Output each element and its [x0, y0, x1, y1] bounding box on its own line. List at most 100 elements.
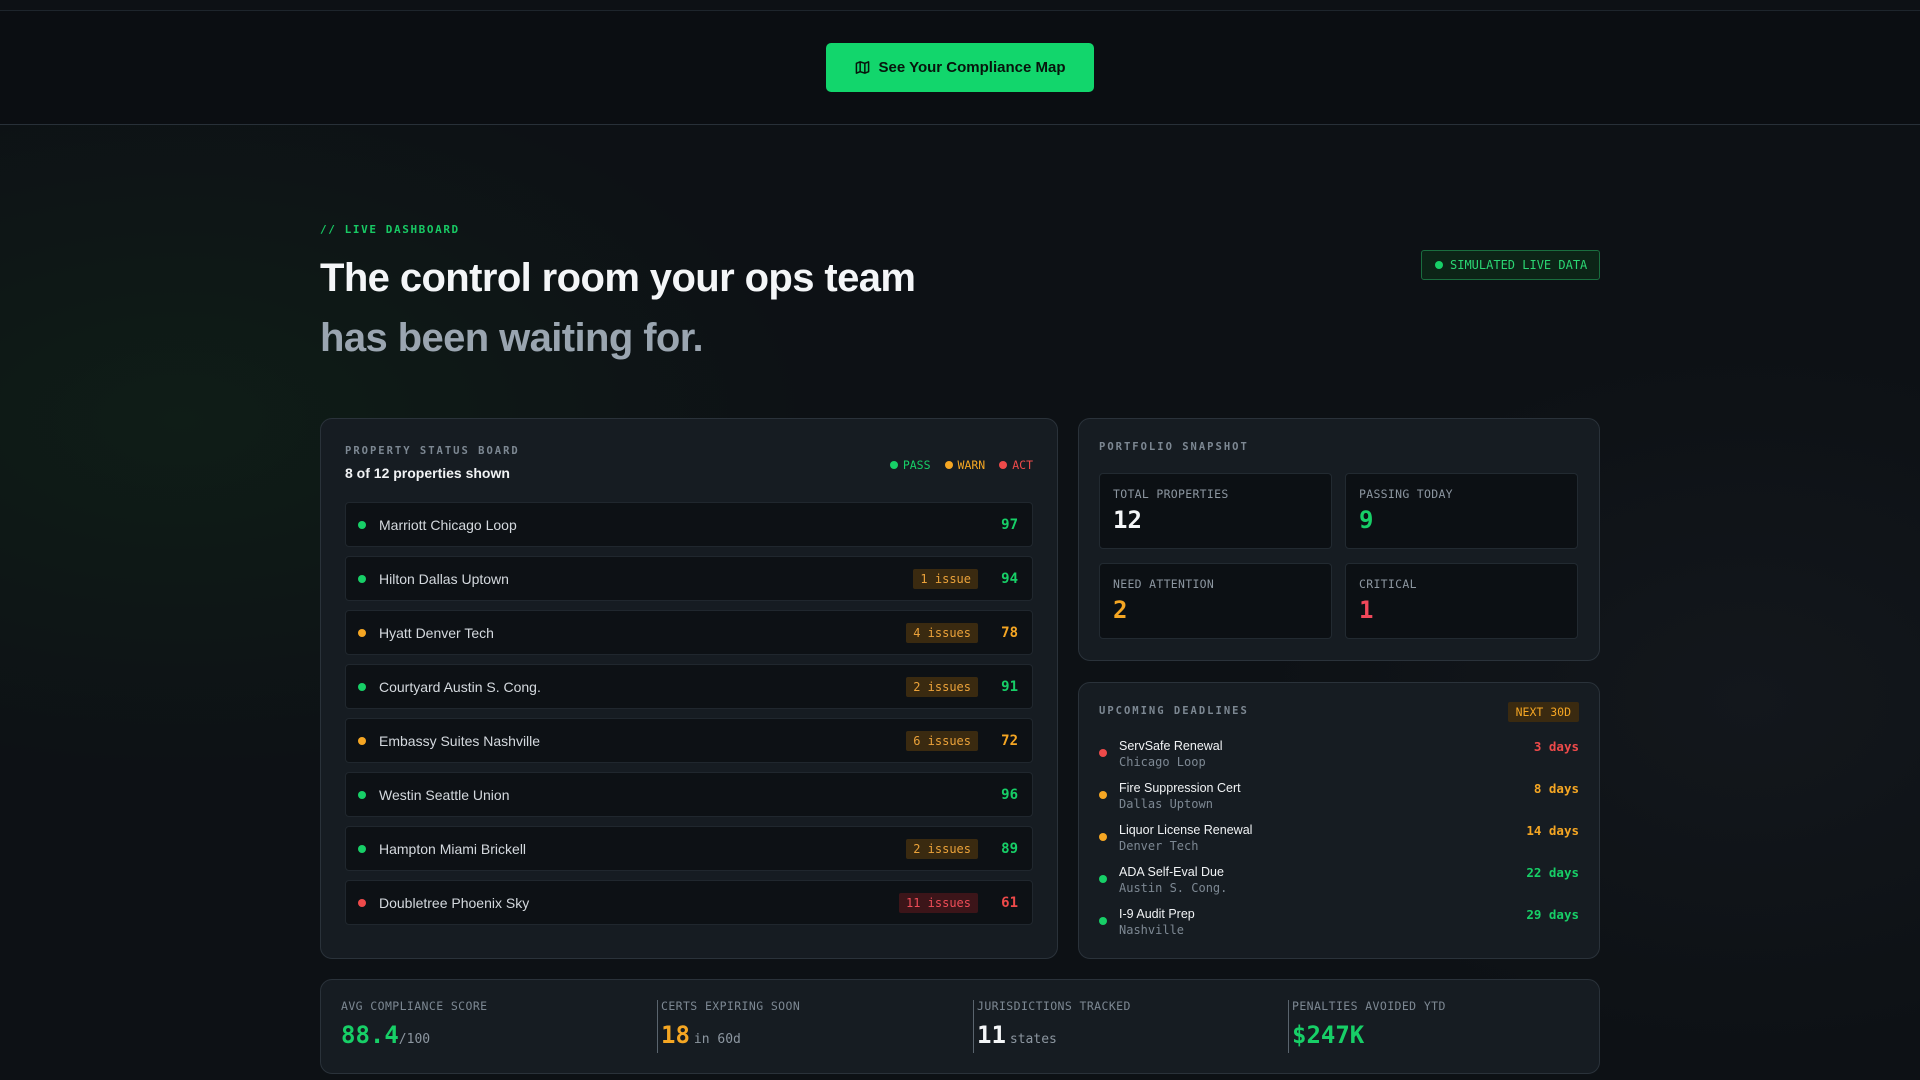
compliance-map-button[interactable]: See Your Compliance Map [826, 43, 1094, 92]
section-eyebrow: // LIVE DASHBOARD [320, 223, 460, 236]
legend-warn-label: WARN [957, 458, 986, 472]
deadline-location: Austin S. Cong. [1119, 881, 1228, 895]
deadline-days: 29 days [1526, 907, 1579, 922]
property-score: 94 [1001, 570, 1018, 587]
property-row[interactable]: Doubletree Phoenix Sky 11 issues 61 [345, 880, 1033, 925]
property-score: 91 [1001, 678, 1018, 695]
property-name: Hyatt Denver Tech [379, 624, 494, 641]
snapshot-title: PORTFOLIO SNAPSHOT [1099, 441, 1249, 453]
deadline-title: Fire Suppression Cert [1119, 781, 1241, 795]
pass-dot [889, 461, 898, 469]
avg-compliance-metric: AVG COMPLIANCE SCORE 88.4/100 [321, 980, 487, 1075]
portfolio-snapshot: PORTFOLIO SNAPSHOT TOTAL PROPERTIES 12 P… [1078, 418, 1600, 661]
certs-expiring-metric: CERTS EXPIRING SOON 18 in 60d [641, 980, 800, 1075]
avg-compliance-suffix: /100 [398, 1032, 431, 1047]
need-attention-label: NEED ATTENTION [1113, 577, 1215, 591]
deadline-status-dot [1099, 791, 1107, 799]
property-name: Marriott Chicago Loop [379, 516, 517, 533]
status-dot [358, 628, 366, 637]
map-icon [855, 61, 869, 74]
deadline-item[interactable]: I-9 Audit Prep Nashville 29 days [1099, 907, 1579, 941]
jurisdictions-suffix: states [1009, 1032, 1057, 1047]
deadline-status-dot [1099, 917, 1107, 925]
status-dot [358, 682, 366, 691]
critical-label: CRITICAL [1359, 577, 1417, 591]
act-dot [999, 461, 1008, 469]
hero-subtitle: has been waiting for. [320, 316, 704, 360]
property-name: Hampton Miami Brickell [379, 840, 527, 857]
property-row[interactable]: Embassy Suites Nashville 6 issues 72 [345, 718, 1033, 763]
penalties-avoided-label: PENALTIES AVOIDED YTD [1292, 999, 1446, 1013]
issues-badge: 1 issue [913, 568, 978, 589]
status-dot [358, 520, 366, 529]
certs-expiring-label: CERTS EXPIRING SOON [661, 999, 801, 1013]
deadline-days: 22 days [1526, 865, 1579, 880]
property-row[interactable]: Westin Seattle Union 96 [345, 772, 1033, 817]
property-row[interactable]: Courtyard Austin S. Cong. 2 issues 91 [345, 664, 1033, 709]
penalties-avoided-metric: PENALTIES AVOIDED YTD $247K [1272, 980, 1446, 1075]
deadline-location: Denver Tech [1119, 839, 1199, 853]
issues-badge: 2 issues [906, 676, 978, 697]
critical-value: 1 [1359, 596, 1374, 624]
property-score: 89 [1001, 840, 1018, 857]
property-score: 96 [1001, 786, 1018, 803]
passing-today-card: PASSING TODAY 9 [1345, 473, 1578, 549]
jurisdictions-label: JURISDICTIONS TRACKED [977, 999, 1131, 1013]
property-score: 72 [1001, 732, 1018, 749]
deadline-item[interactable]: Liquor License Renewal Denver Tech 14 days [1099, 823, 1579, 857]
status-legend: PASS WARN ACT [889, 458, 1033, 472]
property-name: Doubletree Phoenix Sky [379, 894, 530, 911]
deadline-days: 8 days [1533, 781, 1579, 796]
deadline-title: ADA Self-Eval Due [1119, 865, 1224, 879]
warn-dot [944, 461, 953, 469]
property-name: Hilton Dallas Uptown [379, 570, 509, 587]
status-dot [358, 736, 366, 745]
deadline-item[interactable]: ServSafe Renewal Chicago Loop 3 days [1099, 739, 1579, 773]
top-bar: See Your Compliance Map [0, 11, 1920, 125]
critical-card: CRITICAL 1 [1345, 563, 1578, 639]
property-row[interactable]: Marriott Chicago Loop 97 [345, 502, 1033, 547]
live-data-label: SIMULATED LIVE DATA [1450, 258, 1588, 272]
property-row[interactable]: Hampton Miami Brickell 2 issues 89 [345, 826, 1033, 871]
deadline-status-dot [1099, 749, 1107, 757]
deadline-title: ServSafe Renewal [1119, 739, 1223, 753]
need-attention-value: 2 [1113, 596, 1128, 624]
property-score: 97 [1001, 516, 1018, 533]
property-row[interactable]: Hyatt Denver Tech 4 issues 78 [345, 610, 1033, 655]
property-score: 78 [1001, 624, 1018, 641]
total-properties-label: TOTAL PROPERTIES [1113, 487, 1229, 501]
deadlines-title: UPCOMING DEADLINES [1099, 705, 1249, 717]
status-dot [358, 574, 366, 583]
deadline-location: Nashville [1119, 923, 1185, 937]
deadline-status-dot [1099, 875, 1107, 883]
live-data-badge: SIMULATED LIVE DATA [1421, 250, 1600, 280]
passing-today-label: PASSING TODAY [1359, 487, 1453, 501]
deadline-item[interactable]: Fire Suppression Cert Dallas Uptown 8 days [1099, 781, 1579, 815]
status-dot [358, 844, 366, 853]
deadline-item[interactable]: ADA Self-Eval Due Austin S. Cong. 22 days [1099, 865, 1579, 899]
legend-warn: WARN [944, 458, 986, 472]
legend-act-label: ACT [1012, 458, 1033, 472]
property-name: Embassy Suites Nashville [379, 732, 541, 749]
jurisdictions-value: 11 [977, 1021, 1006, 1049]
board-title: PROPERTY STATUS BOARD [345, 445, 520, 457]
penalties-avoided-value: $247K [1292, 1021, 1365, 1049]
issues-badge: 6 issues [906, 730, 978, 751]
status-dot [358, 790, 366, 799]
property-name: Westin Seattle Union [379, 786, 510, 803]
property-row[interactable]: Hilton Dallas Uptown 1 issue 94 [345, 556, 1033, 601]
board-subtitle: 8 of 12 properties shown [345, 465, 510, 481]
property-score: 61 [1001, 894, 1018, 911]
passing-today-value: 9 [1359, 506, 1374, 534]
property-name: Courtyard Austin S. Cong. [379, 678, 541, 695]
compliance-map-label: See Your Compliance Map [878, 59, 1066, 76]
avg-compliance-label: AVG COMPLIANCE SCORE [341, 999, 488, 1013]
avg-compliance-value: 88.4 [341, 1021, 399, 1049]
jurisdictions-metric: JURISDICTIONS TRACKED 11 states [957, 980, 1131, 1075]
issues-badge: 4 issues [906, 622, 978, 643]
need-attention-card: NEED ATTENTION 2 [1099, 563, 1332, 639]
total-properties-value: 12 [1113, 506, 1142, 534]
hero-title: The control room your ops team [320, 256, 916, 300]
property-list: Marriott Chicago Loop 97 Hilton Dallas Up… [345, 502, 1033, 934]
issues-badge: 11 issues [898, 892, 978, 913]
